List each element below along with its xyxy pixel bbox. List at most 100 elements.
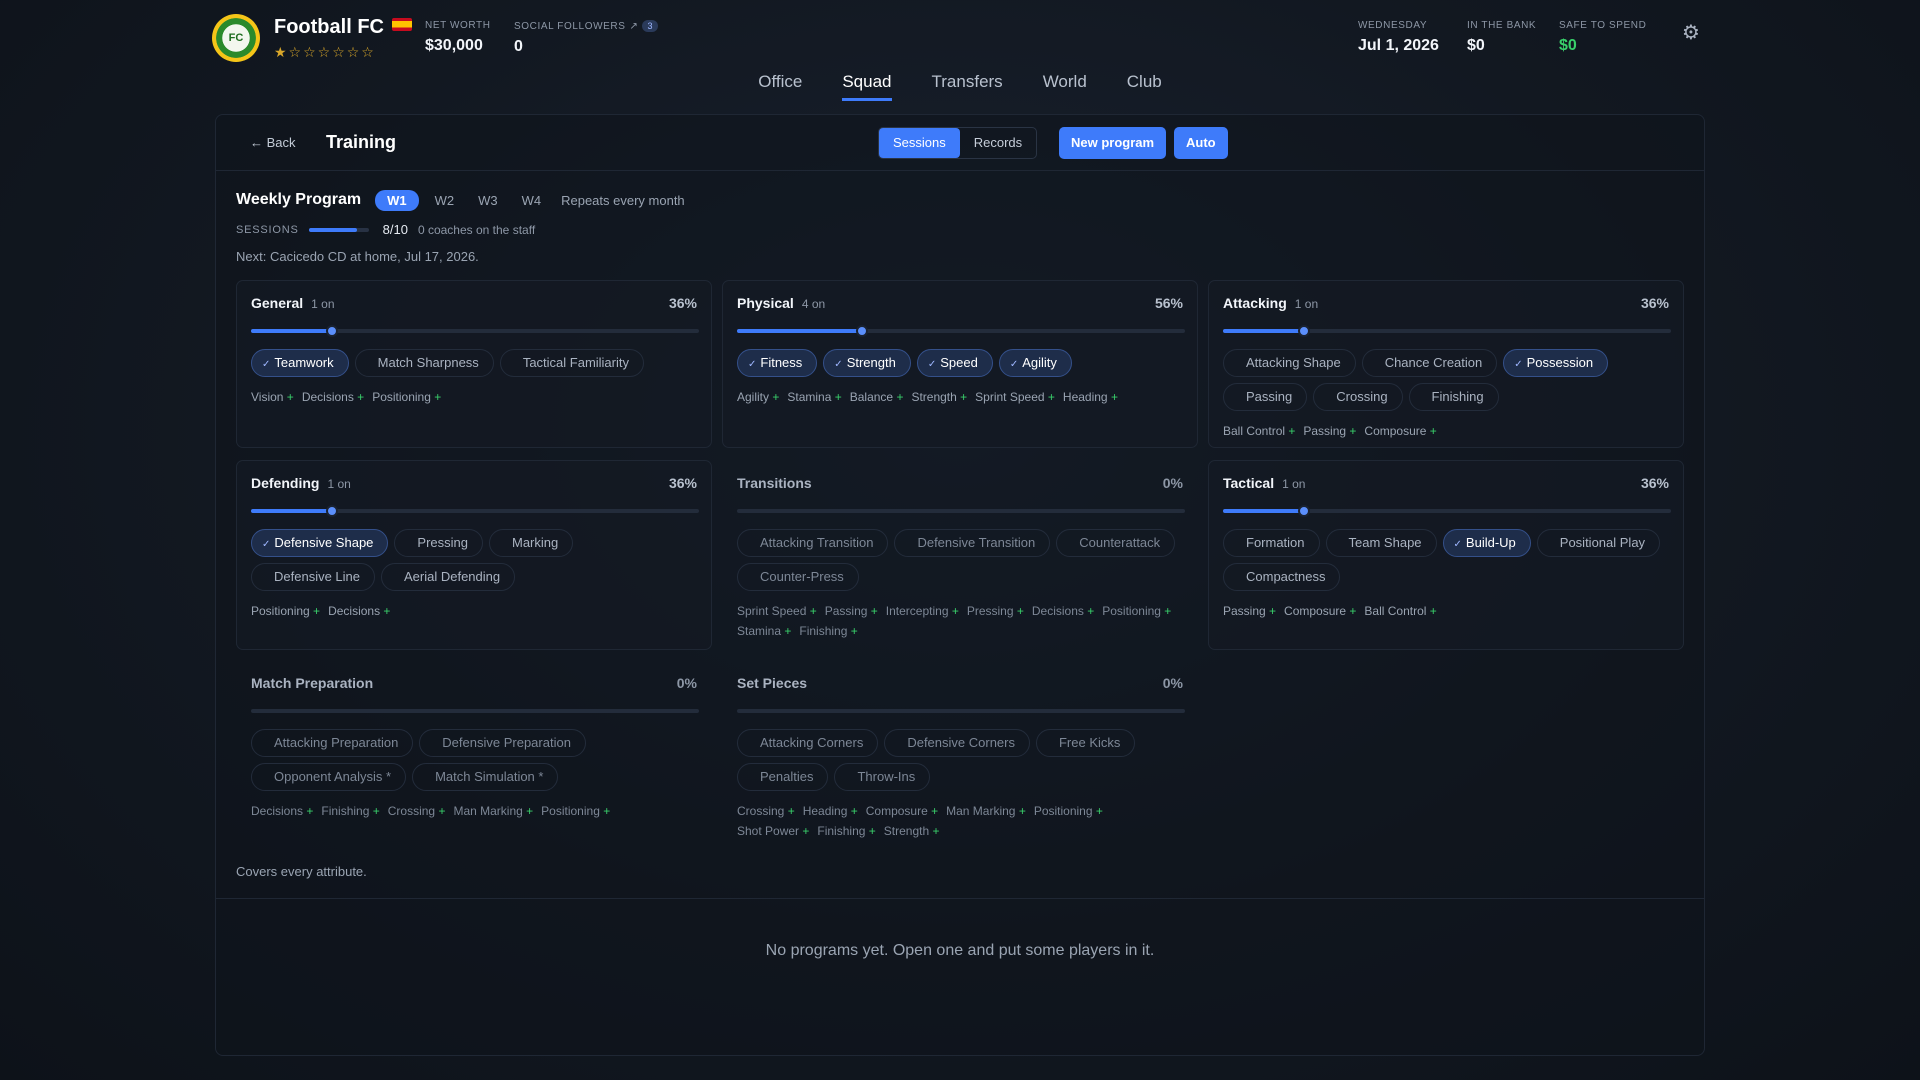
intensity-slider[interactable] — [251, 709, 699, 713]
drill-chip-possession[interactable]: Possession — [1503, 349, 1609, 377]
drill-chip-throw-ins[interactable]: Throw-Ins — [834, 763, 931, 791]
drill-chip-attacking-transition[interactable]: Attacking Transition — [737, 529, 889, 557]
intensity-slider-knob[interactable] — [1297, 505, 1310, 517]
card-title: General 1 on — [251, 295, 335, 311]
club-name[interactable]: Football FC — [274, 16, 412, 39]
week-tab-w3[interactable]: W3 — [470, 190, 506, 211]
drill-chip-formation[interactable]: Formation — [1223, 529, 1320, 557]
attribute-tag: Composure — [1284, 601, 1356, 621]
spain-flag-icon — [391, 18, 412, 31]
sessions-row: SESSIONS 8/10 0 coaches on the staff — [236, 222, 535, 237]
drill-chips: Attacking ShapeChance CreationPossession… — [1223, 349, 1675, 411]
drill-chip-strength[interactable]: Strength — [823, 349, 911, 377]
attribute-tag: Ball Control — [1223, 421, 1295, 441]
drill-chip-attacking-preparation[interactable]: Attacking Preparation — [251, 729, 414, 757]
tab-squad[interactable]: Squad — [842, 72, 892, 101]
sessions-progress-bar — [308, 227, 369, 232]
intensity-slider[interactable] — [1223, 325, 1671, 337]
card-intensity-percent: 0% — [676, 675, 697, 691]
drill-chip-defensive-preparation[interactable]: Defensive Preparation — [419, 729, 586, 757]
drill-chip-compactness[interactable]: Compactness — [1223, 563, 1341, 591]
sessions-tab[interactable]: Sessions — [879, 128, 960, 158]
intensity-slider-knob[interactable] — [325, 505, 338, 517]
drill-chip-speed[interactable]: Speed — [916, 349, 993, 377]
records-tab[interactable]: Records — [960, 128, 1036, 158]
external-link-icon[interactable]: ↗ — [629, 21, 638, 32]
drill-chip-teamwork[interactable]: Teamwork — [251, 349, 349, 377]
intensity-slider-knob[interactable] — [856, 325, 869, 337]
club-star-rating: ★☆☆☆☆☆☆ — [274, 44, 376, 60]
week-tab-w2[interactable]: W2 — [427, 190, 463, 211]
drill-chip-crossing[interactable]: Crossing — [1313, 383, 1403, 411]
attribute-tag: Vision — [251, 387, 294, 407]
intensity-slider[interactable] — [737, 509, 1185, 513]
drill-chip-aerial-defending[interactable]: Aerial Defending — [381, 563, 516, 591]
drill-chip-passing[interactable]: Passing — [1223, 383, 1308, 411]
attribute-tag: Ball Control — [1364, 601, 1436, 621]
drill-chip-defensive-transition[interactable]: Defensive Transition — [894, 529, 1051, 557]
social-followers-stat: SOCIAL FOLLOWERS ↗ 3 0 — [514, 20, 659, 56]
drill-chip-match-sharpness[interactable]: Match Sharpness — [354, 349, 494, 377]
intensity-slider[interactable] — [251, 505, 699, 517]
auto-button[interactable]: Auto — [1174, 127, 1228, 159]
drill-chip-attacking-shape[interactable]: Attacking Shape — [1223, 349, 1356, 377]
drill-chip-build-up[interactable]: Build-Up — [1442, 529, 1531, 557]
week-tab-w4[interactable]: W4 — [514, 190, 550, 211]
next-match-note: Next: Cacicedo CD at home, Jul 17, 2026. — [236, 249, 479, 264]
intensity-slider-fill — [1223, 329, 1304, 333]
drill-chip-marking[interactable]: Marking — [488, 529, 574, 557]
intensity-slider[interactable] — [1223, 505, 1671, 517]
safe-to-spend-label: SAFE TO SPEND — [1559, 20, 1647, 31]
training-card-physical: Physical4 on56%FitnessStrengthSpeedAgili… — [722, 280, 1198, 448]
intensity-slider[interactable] — [737, 709, 1185, 713]
new-program-button[interactable]: New program — [1059, 127, 1167, 159]
tab-club[interactable]: Club — [1127, 72, 1162, 101]
drill-chip-match-simulation[interactable]: Match Simulation * — [412, 763, 559, 791]
training-card-general: General 1 on 36% TeamworkMatch SharpnessTac… — [236, 280, 712, 448]
card-title: Tactical 1 on — [1223, 475, 1305, 491]
settings-gear-icon[interactable]: ⚙ — [1680, 22, 1702, 44]
drill-chip-counter-press[interactable]: Counter-Press — [737, 563, 859, 591]
drill-chip-finishing[interactable]: Finishing — [1408, 383, 1499, 411]
week-tab-w1[interactable]: W1 — [375, 189, 419, 211]
drill-chip-tactical-familiarity[interactable]: Tactical Familiarity — [499, 349, 644, 377]
club-logo: FC — [212, 14, 260, 62]
drill-chip-positional-play[interactable]: Positional Play — [1536, 529, 1661, 557]
attribute-tag: Stamina — [787, 387, 841, 407]
intensity-slider[interactable] — [251, 325, 699, 337]
drill-chips: Attacking Corners Defensive Corners Free K… — [737, 729, 1189, 791]
club-logo-text: FC — [228, 32, 244, 44]
drill-chip-agility[interactable]: Agility — [998, 349, 1072, 377]
drill-chips: Attacking Preparation Defensive Preparati… — [251, 729, 703, 791]
drill-chip-opponent-analysis[interactable]: Opponent Analysis * — [251, 763, 407, 791]
tab-office[interactable]: Office — [758, 72, 802, 101]
drill-chip-defensive-shape[interactable]: Defensive Shape — [251, 529, 389, 557]
drill-chip-counterattack[interactable]: Counterattack — [1056, 529, 1176, 557]
intensity-slider[interactable] — [737, 325, 1185, 337]
drill-chip-defensive-corners[interactable]: Defensive Corners — [884, 729, 1030, 757]
intensity-slider-knob[interactable] — [325, 325, 338, 337]
attribute-tag: Decisions — [251, 801, 313, 821]
training-card-defending: Defending 1 on 36% Defensive ShapePressingM… — [236, 460, 712, 650]
drill-chip-free-kicks[interactable]: Free Kicks — [1035, 729, 1136, 757]
drill-chip-attacking-corners[interactable]: Attacking Corners — [737, 729, 879, 757]
intensity-slider-knob[interactable] — [1297, 325, 1310, 337]
main-nav: Office Squad Transfers World Club — [0, 72, 1920, 101]
tab-world[interactable]: World — [1043, 72, 1087, 101]
back-button[interactable]: ← Back — [250, 135, 296, 150]
drill-chip-chance-creation[interactable]: Chance Creation — [1361, 349, 1498, 377]
drill-chip-pressing[interactable]: Pressing — [394, 529, 483, 557]
attribute-tag: Strength — [884, 821, 940, 841]
weekly-program-title: Weekly Program — [236, 191, 362, 208]
attribute-tag: Heading — [1063, 387, 1118, 407]
drill-chip-penalties[interactable]: Penalties — [737, 763, 829, 791]
drill-chip-team-shape[interactable]: Team Shape — [1325, 529, 1437, 557]
attribute-tag: Man Marking — [946, 801, 1026, 821]
drill-chip-fitness[interactable]: Fitness — [737, 349, 818, 377]
weekly-program-header: Weekly Program W1 W2 W3 W4 Repeats every… — [236, 188, 685, 212]
attribute-tag: Heading — [803, 801, 858, 821]
tab-transfers[interactable]: Transfers — [932, 72, 1003, 101]
bank-value: $0 — [1467, 37, 1485, 54]
drill-chip-defensive-line[interactable]: Defensive Line — [251, 563, 375, 591]
card-title-text: Tactical — [1223, 475, 1275, 491]
